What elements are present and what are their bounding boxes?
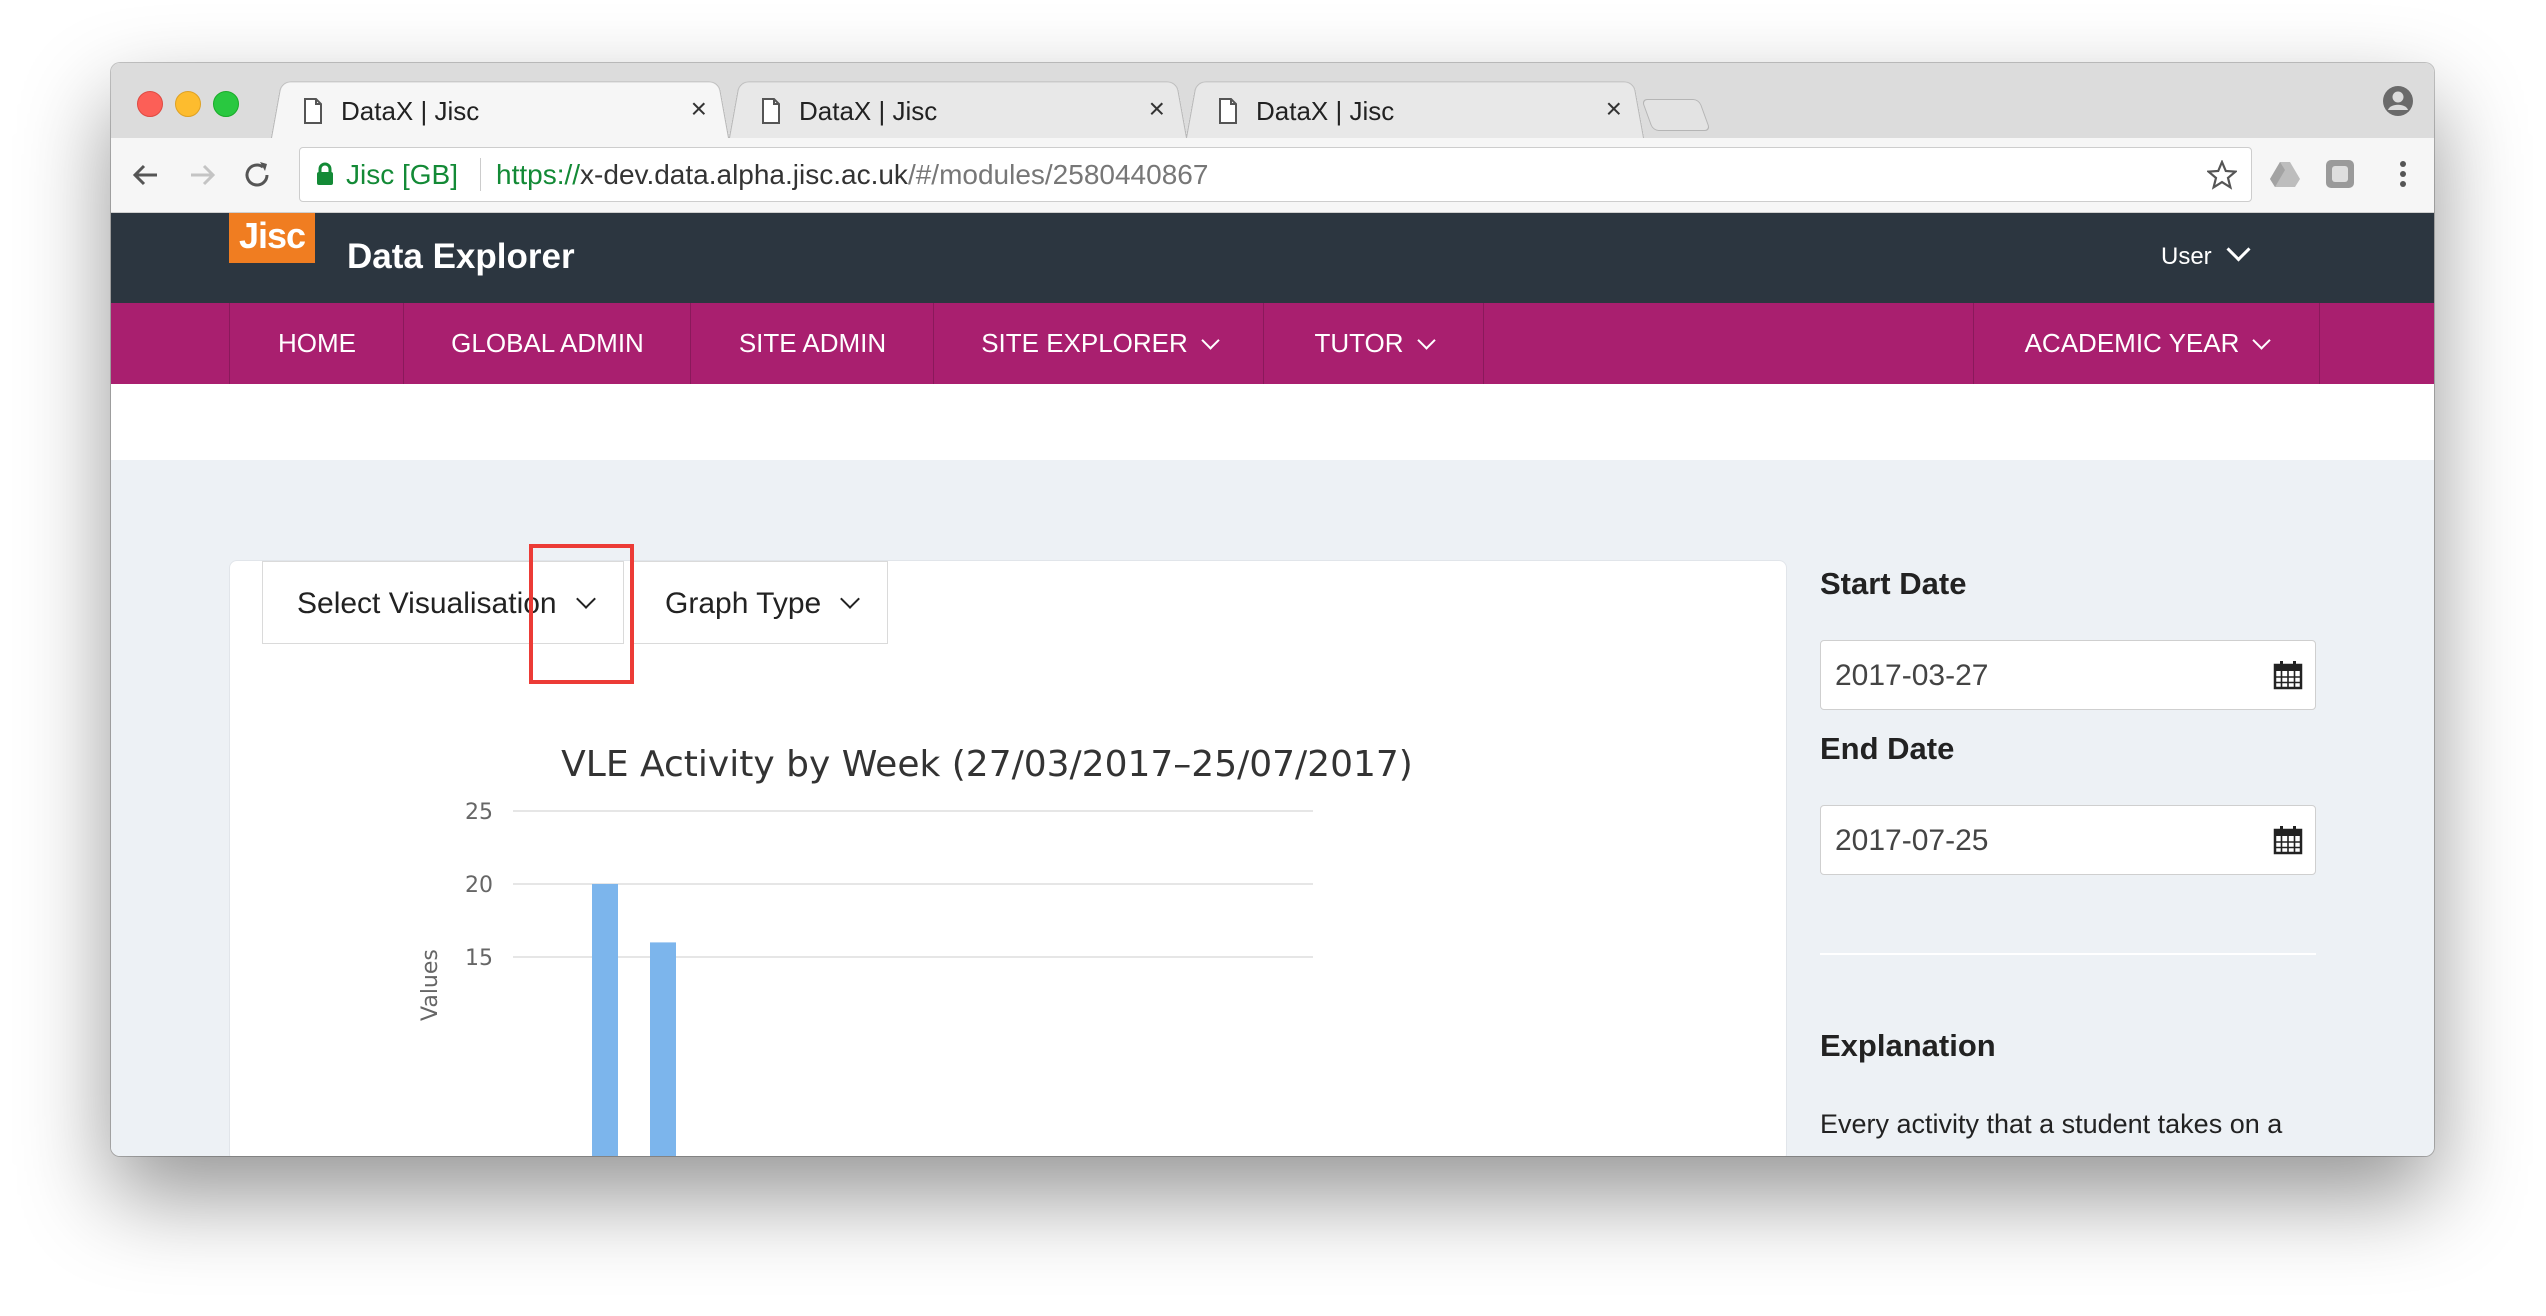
- nav-item-academic-year[interactable]: ACADEMIC YEAR: [1973, 303, 2320, 384]
- tab-title: DataX | Jisc: [799, 96, 938, 126]
- page-icon: [762, 98, 780, 124]
- highlight-box: [529, 544, 634, 684]
- browser-tab-3[interactable]: DataX | Jisc ×: [1186, 78, 1644, 138]
- chevron-down-icon: [1416, 331, 1436, 350]
- chart-title: VLE Activity by Week (27/03/2017–25/07/2…: [561, 744, 1413, 785]
- app-title: Data Explorer: [347, 237, 575, 276]
- end-date-input[interactable]: 2017-07-25: [1820, 805, 2316, 875]
- bookmark-star-icon[interactable]: [2207, 160, 2237, 190]
- main-nav: HOME GLOBAL ADMIN SITE ADMIN SITE EXPLOR…: [111, 303, 2434, 384]
- maximize-window-button[interactable]: [213, 91, 239, 117]
- browser-toolbar: Jisc [GB] https://x-dev.data.alpha.jisc.…: [111, 138, 2434, 213]
- start-date-input[interactable]: 2017-03-27: [1820, 640, 2316, 710]
- start-date-label: Start Date: [1820, 566, 1967, 601]
- y-tick-label: 15: [465, 946, 493, 971]
- nav-item-home[interactable]: HOME: [229, 303, 404, 384]
- forward-icon[interactable]: [183, 156, 221, 194]
- y-tick-label: 20: [465, 873, 493, 898]
- end-date-value: 2017-07-25: [1835, 824, 1989, 857]
- nav-item-tutor[interactable]: TUTOR: [1263, 303, 1484, 384]
- close-tab-icon[interactable]: ×: [1149, 93, 1165, 125]
- chevron-down-icon: [2252, 331, 2272, 350]
- browser-tab-1[interactable]: DataX | Jisc ×: [271, 78, 729, 138]
- reload-icon[interactable]: [238, 156, 276, 194]
- close-tab-icon[interactable]: ×: [1606, 93, 1622, 125]
- lock-icon: [317, 162, 333, 185]
- user-menu[interactable]: User: [2161, 237, 2251, 271]
- tab-title: DataX | Jisc: [341, 96, 480, 126]
- minimize-window-button[interactable]: [175, 91, 201, 117]
- tab-strip: DataX | Jisc × DataX | Jisc × DataX | Ji…: [111, 63, 2434, 138]
- explanation-text: Every activity that a student takes on a: [1820, 1109, 2283, 1139]
- nav-item-site-admin[interactable]: SITE ADMIN: [690, 303, 934, 384]
- chart-card: Select Visualisation Graph Type VLE Acti…: [229, 560, 1787, 1156]
- address-bar[interactable]: Jisc [GB] https://x-dev.data.alpha.jisc.…: [299, 147, 2252, 202]
- page-icon: [1219, 98, 1237, 124]
- chevron-down-icon: [2226, 237, 2251, 262]
- browser-tab-2[interactable]: DataX | Jisc ×: [729, 78, 1187, 138]
- menu-kebab-icon[interactable]: [2387, 158, 2419, 190]
- close-tab-icon[interactable]: ×: [691, 93, 707, 125]
- back-icon[interactable]: [127, 156, 165, 194]
- y-axis-label: Values: [418, 949, 443, 1021]
- page-icon: [304, 98, 322, 124]
- extension-icon[interactable]: [2324, 158, 2356, 190]
- new-tab-button[interactable]: [1641, 99, 1711, 131]
- end-date-label: End Date: [1820, 731, 1955, 766]
- sidebar-divider: [1820, 953, 2316, 955]
- calendar-icon[interactable]: [2273, 825, 2303, 855]
- chart-bar[interactable]: [650, 942, 676, 1156]
- chevron-down-icon: [1201, 331, 1220, 350]
- start-date-value: 2017-03-27: [1835, 659, 1989, 692]
- site-header: Jisc Data Explorer User: [111, 213, 2434, 303]
- y-tick-label: 25: [465, 800, 493, 825]
- security-label: Jisc [GB]: [346, 159, 459, 190]
- calendar-icon[interactable]: [2273, 660, 2303, 690]
- drive-extension-icon[interactable]: [2269, 158, 2301, 190]
- page-spacer: [111, 384, 2434, 460]
- close-window-button[interactable]: [137, 91, 163, 117]
- nav-item-global-admin[interactable]: GLOBAL ADMIN: [403, 303, 691, 384]
- profile-icon[interactable]: [2382, 85, 2414, 117]
- user-menu-label: User: [2161, 243, 2212, 270]
- browser-window: DataX | Jisc × DataX | Jisc × DataX | Ji…: [111, 63, 2434, 1156]
- explanation-heading: Explanation: [1820, 1028, 1996, 1063]
- chart: VLE Activity by Week (27/03/2017–25/07/2…: [418, 744, 1413, 1156]
- nav-item-site-explorer[interactable]: SITE EXPLORER: [933, 303, 1264, 384]
- url-text: https://x-dev.data.alpha.jisc.ac.uk/#/mo…: [496, 159, 1209, 190]
- jisc-logo[interactable]: Jisc: [229, 213, 315, 263]
- chart-bar[interactable]: [592, 884, 618, 1156]
- tab-title: DataX | Jisc: [1256, 96, 1395, 126]
